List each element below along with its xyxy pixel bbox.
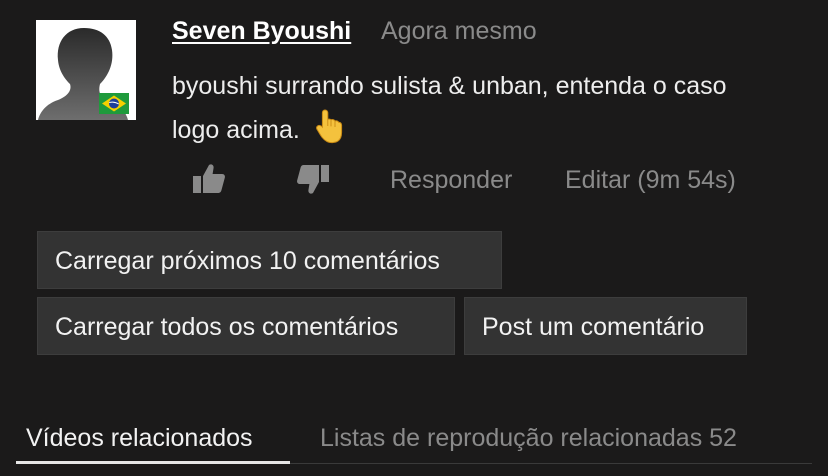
post-comment-button[interactable]: Post um comentário xyxy=(464,297,747,355)
comment-body: byoushi surrando sulista & unban, entend… xyxy=(172,64,772,152)
thumbs-down-icon[interactable] xyxy=(296,162,330,196)
thumbs-up-icon[interactable] xyxy=(192,162,226,196)
load-all-comments-button[interactable]: Carregar todos os comentários xyxy=(37,297,455,355)
tab-related-videos[interactable]: Vídeos relacionados xyxy=(26,423,253,453)
active-tab-indicator xyxy=(16,461,290,464)
comment-text: byoushi surrando sulista & unban, entend… xyxy=(172,72,727,144)
pointing-up-hand-icon xyxy=(315,109,342,144)
load-next-comments-button[interactable]: Carregar próximos 10 comentários xyxy=(37,231,502,289)
comment-author-link[interactable]: Seven Byoushi xyxy=(172,16,351,46)
tab-related-playlists[interactable]: Listas de reprodução relacionadas 52 xyxy=(320,423,737,453)
comment-section: Seven Byoushi Agora mesmo byoushi surran… xyxy=(0,0,828,476)
reply-button[interactable]: Responder xyxy=(390,165,512,195)
comment-timestamp: Agora mesmo xyxy=(381,17,537,45)
edit-button[interactable]: Editar (9m 54s) xyxy=(565,165,736,195)
brazil-flag-icon xyxy=(99,93,129,114)
avatar[interactable] xyxy=(36,20,136,120)
